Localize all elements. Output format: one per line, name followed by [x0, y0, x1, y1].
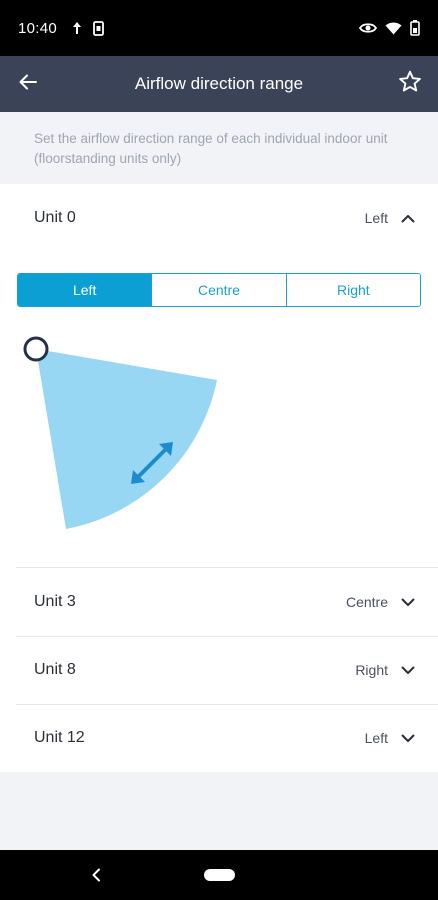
units-list: Unit 0 Left Left Centre Right Unit 3 Cen…	[0, 184, 438, 772]
nav-back-icon[interactable]	[86, 864, 106, 886]
chevron-down-icon[interactable]	[400, 594, 416, 610]
unit-row-0[interactable]: Unit 0 Left	[0, 184, 438, 252]
unit-direction-value: Right	[355, 662, 388, 678]
unit-row-8[interactable]: Unit 8 Right	[0, 636, 438, 704]
app-bar: Airflow direction range	[0, 56, 438, 112]
unit-row-3[interactable]: Unit 3 Centre	[0, 568, 438, 636]
wifi-icon	[385, 22, 402, 35]
unit-name: Unit 8	[34, 661, 76, 678]
unit-name: Unit 3	[34, 593, 76, 610]
unit-name: Unit 12	[34, 729, 85, 746]
system-nav-bar	[0, 850, 438, 900]
status-time: 10:40	[18, 19, 58, 37]
favorite-button[interactable]	[382, 56, 438, 112]
airflow-range-sector	[36, 349, 217, 529]
sim-card-icon	[93, 20, 104, 36]
star-outline-icon	[398, 70, 422, 98]
indoor-unit-marker	[23, 336, 49, 362]
battery-icon	[410, 20, 420, 36]
unit-direction-value: Left	[364, 730, 388, 746]
segment-centre[interactable]: Centre	[151, 274, 286, 306]
arrow-left-icon	[19, 74, 37, 95]
unit-direction-value: Left	[364, 210, 388, 226]
chevron-down-icon[interactable]	[400, 730, 416, 746]
nav-home-pill[interactable]	[204, 869, 235, 881]
back-button[interactable]	[0, 56, 56, 112]
chevron-up-icon[interactable]	[400, 210, 416, 226]
unit-row-12[interactable]: Unit 12 Left	[0, 704, 438, 772]
direction-segmented-control: Left Centre Right	[17, 273, 421, 307]
eye-icon	[359, 22, 377, 34]
unit-direction-value: Centre	[345, 594, 388, 610]
segment-left[interactable]: Left	[18, 274, 152, 306]
page-description: Set the airflow direction range of each …	[0, 112, 438, 184]
page-title: Airflow direction range	[134, 74, 304, 93]
segment-right[interactable]: Right	[285, 274, 420, 306]
chevron-down-icon[interactable]	[400, 662, 416, 678]
unit-name: Unit 0	[34, 209, 76, 226]
data-saver-icon	[71, 21, 83, 35]
airflow-direction-diagram	[23, 336, 217, 529]
status-bar: 10:40	[0, 0, 438, 56]
